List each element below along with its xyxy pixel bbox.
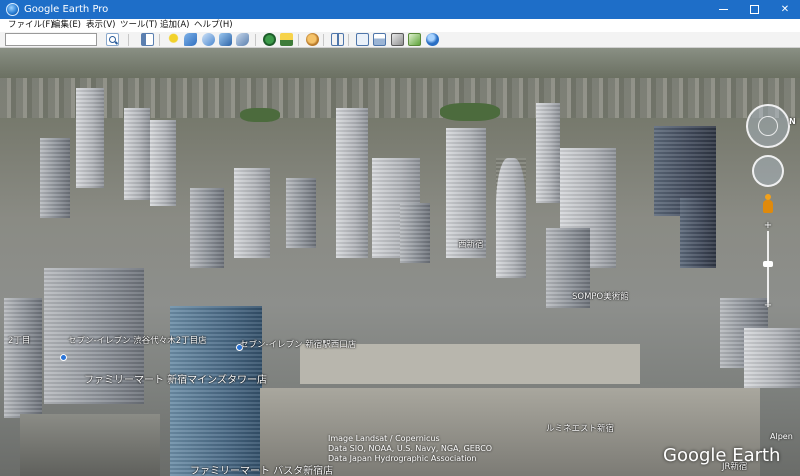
building [536,103,560,203]
menu-bar: ファイル(F) 編集(E) 表示(V) ツール(T) 追加(A) ヘルプ(H) [0,19,800,32]
google-earth-logo: Google Earth [663,445,781,466]
zoom-thumb[interactable] [763,261,773,267]
print-icon[interactable] [373,33,386,46]
building [76,88,104,188]
building [4,298,42,418]
zoom-out-button[interactable]: − [762,301,774,311]
building [124,108,150,200]
record-tour-icon[interactable] [236,33,249,46]
place-label[interactable]: 西新宿 [458,238,484,250]
attribution-line: Data Japan Hydrographic Association [328,454,477,463]
overlay-icon[interactable] [219,33,232,46]
place-label[interactable]: セブン-イレブン 新宿駅西口店 [240,338,356,350]
toolbar [0,32,800,48]
menu-tools[interactable]: ツール(T) [120,19,157,32]
window-title: Google Earth Pro [24,4,109,15]
street-view-pegman-icon[interactable] [762,194,774,216]
place-label[interactable]: SOMPO美術館 [572,290,629,302]
ruler-icon[interactable] [331,33,344,46]
building [190,188,224,268]
place-label[interactable]: 2丁目 [8,334,30,346]
look-around-control[interactable] [752,155,784,187]
polygon-icon[interactable] [184,33,197,46]
placemark-icon[interactable] [167,33,180,46]
menu-view[interactable]: 表示(V) [86,19,115,32]
city-texture [0,78,800,118]
toolbar-separator [159,34,160,46]
building [400,203,430,263]
search-icon[interactable] [106,33,119,46]
north-indicator[interactable]: N [789,117,796,126]
building [150,120,176,206]
map-3d-view[interactable]: セブン-イレブン 渋谷代々木2丁目店 セブン-イレブン 新宿駅西口店 ファミリー… [0,48,800,476]
email-icon[interactable] [356,33,369,46]
place-label[interactable]: ルミネエスト新宿 [546,422,614,434]
minimize-icon [719,8,728,10]
save-image-icon[interactable] [391,33,404,46]
building [680,198,716,268]
horizon-haze [0,48,800,78]
building [336,108,368,258]
sunlight-icon[interactable] [280,33,293,46]
google-earth-app-icon [6,3,19,16]
place-pin[interactable] [60,354,67,361]
building [40,138,70,218]
station-building [300,344,640,384]
toolbar-separator [128,34,129,46]
planets-icon[interactable] [306,33,319,46]
zoom-in-button[interactable]: + [762,221,774,231]
path-icon[interactable] [202,33,215,46]
search-input[interactable] [5,33,97,46]
historical-imagery-icon[interactable] [263,33,276,46]
close-button[interactable]: ✕ [770,0,800,19]
park-area [440,103,500,121]
pegman-body [763,200,773,213]
imagery-attribution: Image Landsat / Copernicus Data SIO, NOA… [328,434,492,464]
place-label[interactable]: ファミリーマート バスタ新宿店 [190,462,333,476]
place-label[interactable]: セブン-イレブン 渋谷代々木2丁目店 [68,334,207,346]
building [744,328,800,388]
menu-file[interactable]: ファイル(F) [8,19,54,32]
sidebar-icon[interactable] [141,33,154,46]
place-label[interactable]: Alpen [770,432,793,441]
zoom-slider[interactable]: + − [760,221,776,315]
place-label[interactable]: ファミリーマート 新宿マインズタワー店 [84,371,267,386]
move-control[interactable] [758,116,778,136]
attribution-line: Image Landsat / Copernicus [328,434,440,443]
menu-add[interactable]: 追加(A) [160,19,189,32]
building [170,306,262,476]
maximize-icon [750,4,759,14]
menu-edit[interactable]: 編集(E) [52,19,81,32]
maximize-button[interactable] [739,0,770,19]
building [234,168,270,258]
buildings-foreground [20,414,160,476]
zoom-track[interactable] [767,231,769,307]
earth-view-icon[interactable] [426,33,439,46]
park-area [240,108,280,122]
building [286,178,316,248]
building [496,158,526,278]
navigation-compass[interactable]: N [746,104,796,148]
close-icon: ✕ [780,4,790,15]
toolbar-separator [298,34,299,46]
toolbar-separator [323,34,324,46]
attribution-line: Data SIO, NOAA, U.S. Navy, NGA, GEBCO [328,444,493,453]
google-maps-icon[interactable] [408,33,421,46]
minimize-button[interactable] [708,0,739,19]
menu-help[interactable]: ヘルプ(H) [194,19,233,32]
title-bar: Google Earth Pro ✕ [0,0,800,19]
toolbar-separator [348,34,349,46]
toolbar-separator [255,34,256,46]
